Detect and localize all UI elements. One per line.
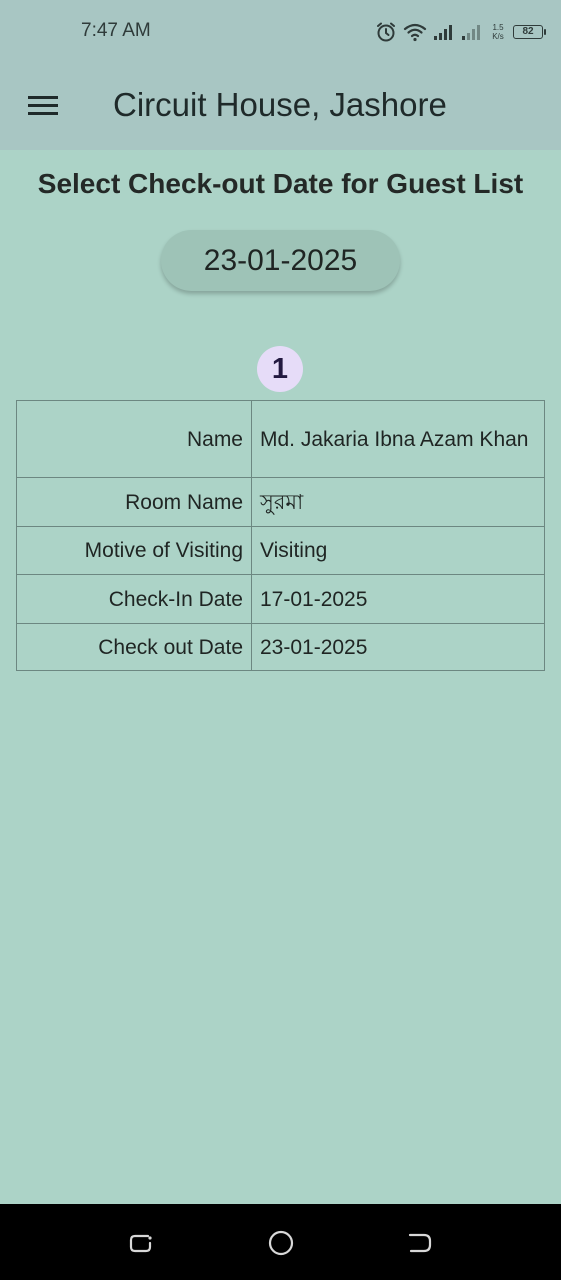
network-speed: 1.5 K/s bbox=[489, 23, 507, 41]
wifi-icon bbox=[403, 22, 427, 42]
motive-label: Motive of Visiting bbox=[16, 526, 252, 575]
check-in-date-label: Check-In Date bbox=[16, 574, 252, 624]
check-in-date-value: 17-01-2025 bbox=[251, 574, 545, 624]
check-out-date-value: 23-01-2025 bbox=[251, 623, 545, 671]
battery-icon: 82 bbox=[513, 25, 546, 39]
status-time: 7:47 AM bbox=[81, 20, 151, 41]
page-heading: Select Check-out Date for Guest List bbox=[37, 168, 524, 199]
guest-index-badge: 1 bbox=[257, 346, 303, 392]
motive-value: Visiting bbox=[251, 526, 545, 575]
table-row: Check-In Date 17-01-2025 bbox=[16, 574, 545, 624]
table-row: Motive of Visiting Visiting bbox=[16, 526, 545, 575]
hamburger-menu-icon[interactable] bbox=[28, 95, 60, 117]
status-icons: 1.5 K/s 82 bbox=[375, 18, 546, 46]
signal-strength-secondary-icon bbox=[461, 23, 483, 41]
app-bar: 7:47 AM 1.5 K/s 82 Circuit House, Jashor… bbox=[0, 0, 561, 150]
checkout-date-picker-button[interactable]: 23-01-2025 bbox=[161, 230, 400, 291]
table-row: Room Name সুরমা bbox=[16, 477, 545, 527]
guest-details-table: Name Md. Jakaria Ibna Azam Khan Room Nam… bbox=[16, 400, 545, 671]
signal-strength-icon bbox=[433, 23, 455, 41]
alarm-icon bbox=[375, 21, 397, 43]
table-row: Check out Date 23-01-2025 bbox=[16, 623, 545, 671]
system-navigation-bar bbox=[0, 1204, 561, 1280]
network-speed-value: 1.5 bbox=[492, 23, 504, 32]
app-title: Circuit House, Jashore bbox=[113, 86, 447, 123]
room-name-label: Room Name bbox=[16, 477, 252, 527]
check-out-date-label: Check out Date bbox=[16, 623, 252, 671]
name-value: Md. Jakaria Ibna Azam Khan bbox=[251, 400, 545, 478]
back-icon[interactable] bbox=[406, 1228, 436, 1258]
table-row: Name Md. Jakaria Ibna Azam Khan bbox=[16, 400, 545, 478]
battery-level: 82 bbox=[522, 26, 534, 37]
name-label: Name bbox=[16, 400, 252, 478]
home-icon[interactable] bbox=[266, 1228, 296, 1258]
network-speed-unit: K/s bbox=[492, 32, 504, 41]
room-name-value: সুরমা bbox=[251, 477, 545, 527]
recent-apps-icon[interactable] bbox=[126, 1228, 156, 1258]
